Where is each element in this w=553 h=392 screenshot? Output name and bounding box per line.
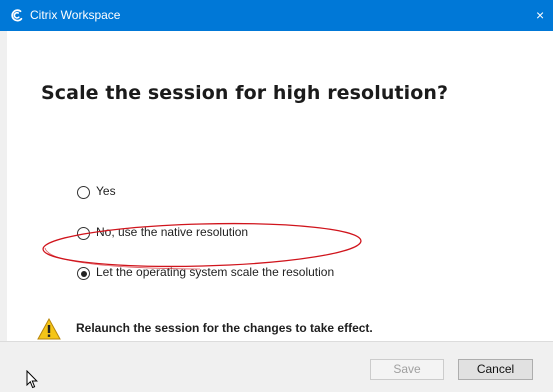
radio-selected-dot: [80, 270, 87, 277]
dialog-content: Scale the session for high resolution? Y…: [7, 31, 553, 341]
warning-triangle-icon: [37, 318, 61, 340]
save-button[interactable]: Save: [370, 359, 444, 380]
close-button[interactable]: ×: [536, 8, 544, 23]
radio-yes[interactable]: [77, 186, 90, 199]
cancel-button[interactable]: Cancel: [458, 359, 533, 380]
radio-native-resolution[interactable]: [77, 227, 90, 240]
window-title: Citrix Workspace: [30, 8, 121, 22]
radio-os-scale[interactable]: [77, 267, 90, 280]
title-bar: Citrix Workspace ×: [0, 0, 553, 31]
option-native-resolution-label: No, use the native resolution: [96, 225, 249, 239]
warning-message: Relaunch the session for the changes to …: [76, 321, 373, 335]
citrix-logo-icon: [11, 9, 23, 22]
footer-divider: [0, 341, 553, 342]
option-yes-label: Yes: [96, 184, 116, 198]
option-os-scale-label: Let the operating system scale the resol…: [96, 265, 335, 279]
page-title: Scale the session for high resolution?: [41, 82, 449, 104]
mouse-cursor-icon: [26, 370, 38, 389]
